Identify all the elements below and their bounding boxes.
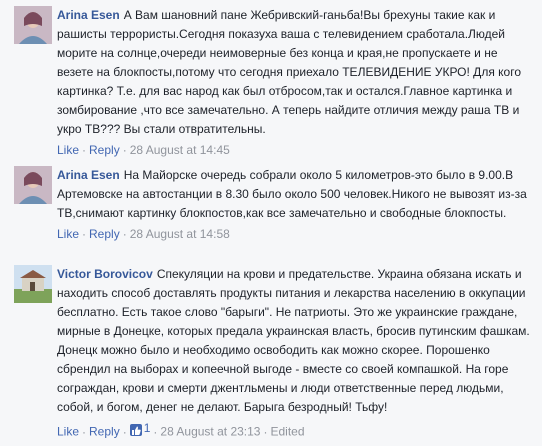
avatar[interactable] bbox=[14, 6, 52, 44]
comment-text: Спекуляции на крови и предательстве. Укр… bbox=[57, 267, 530, 414]
like-link[interactable]: Like bbox=[57, 227, 79, 241]
comment-text: А Вам шановний пане Жебривский-ганьба!Вы… bbox=[57, 8, 521, 136]
separator: · bbox=[82, 424, 87, 439]
separator: · bbox=[82, 227, 87, 241]
like-count-value: 1 bbox=[143, 421, 151, 435]
separator: · bbox=[122, 424, 127, 439]
separator: · bbox=[153, 424, 158, 439]
edited-label[interactable]: Edited bbox=[270, 425, 304, 439]
reply-link[interactable]: Reply bbox=[89, 425, 120, 439]
comment-body: Victor Borovicov Спекуляции на крови и пр… bbox=[57, 265, 536, 442]
comment-author[interactable]: Arina Esen bbox=[57, 168, 120, 182]
avatar[interactable] bbox=[14, 166, 52, 204]
separator: · bbox=[122, 143, 127, 157]
separator: · bbox=[82, 143, 87, 157]
comment-actions: Like · Reply · 28 August at 14:45 bbox=[57, 141, 536, 160]
reply-link[interactable]: Reply bbox=[89, 143, 120, 157]
thumbs-up-icon bbox=[129, 423, 142, 436]
comment-author[interactable]: Victor Borovicov bbox=[57, 267, 153, 281]
comment-body: Arina Esen А Вам шановний пане Жебривский… bbox=[57, 6, 536, 160]
separator: · bbox=[263, 424, 268, 439]
comment-timestamp[interactable]: 28 August at 23:13 bbox=[160, 425, 260, 439]
avatar[interactable] bbox=[14, 265, 52, 303]
comment-timestamp[interactable]: 28 August at 14:45 bbox=[130, 143, 230, 157]
like-link[interactable]: Like bbox=[57, 425, 79, 439]
comment-text: На Майорске очередь собрали около 5 кило… bbox=[57, 168, 527, 220]
comment-actions: Like · Reply · 1 · 28 August at 23:13 · Edited bbox=[57, 419, 536, 442]
reply-link[interactable]: Reply bbox=[89, 227, 120, 241]
separator: · bbox=[122, 227, 127, 241]
comment-actions: Like · Reply · 28 August at 14:58 bbox=[57, 225, 536, 244]
comment-author[interactable]: Arina Esen bbox=[57, 8, 120, 22]
like-count[interactable]: 1 bbox=[129, 419, 151, 438]
like-link[interactable]: Like bbox=[57, 143, 79, 157]
comment-timestamp[interactable]: 28 August at 14:58 bbox=[130, 227, 230, 241]
comment-body: Arina Esen На Майорске очередь собрали ок… bbox=[57, 166, 536, 244]
